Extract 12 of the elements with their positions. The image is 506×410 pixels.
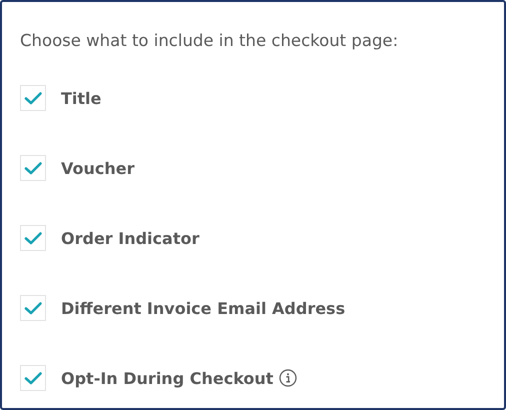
checkbox[interactable] [20,155,46,181]
info-icon[interactable] [279,369,298,387]
checkbox[interactable] [20,295,46,321]
heading: Choose what to include in the checkout page: [20,31,400,51]
checkbox[interactable] [20,365,46,391]
option-label: Title [61,88,102,108]
checkbox[interactable] [20,225,46,251]
option-label: Voucher [61,158,135,178]
option-label: Different Invoice Email Address [61,298,346,318]
option-label: Opt-In During Checkout [61,368,274,388]
option-label: Order Indicator [61,228,200,248]
checkbox[interactable] [20,85,46,111]
